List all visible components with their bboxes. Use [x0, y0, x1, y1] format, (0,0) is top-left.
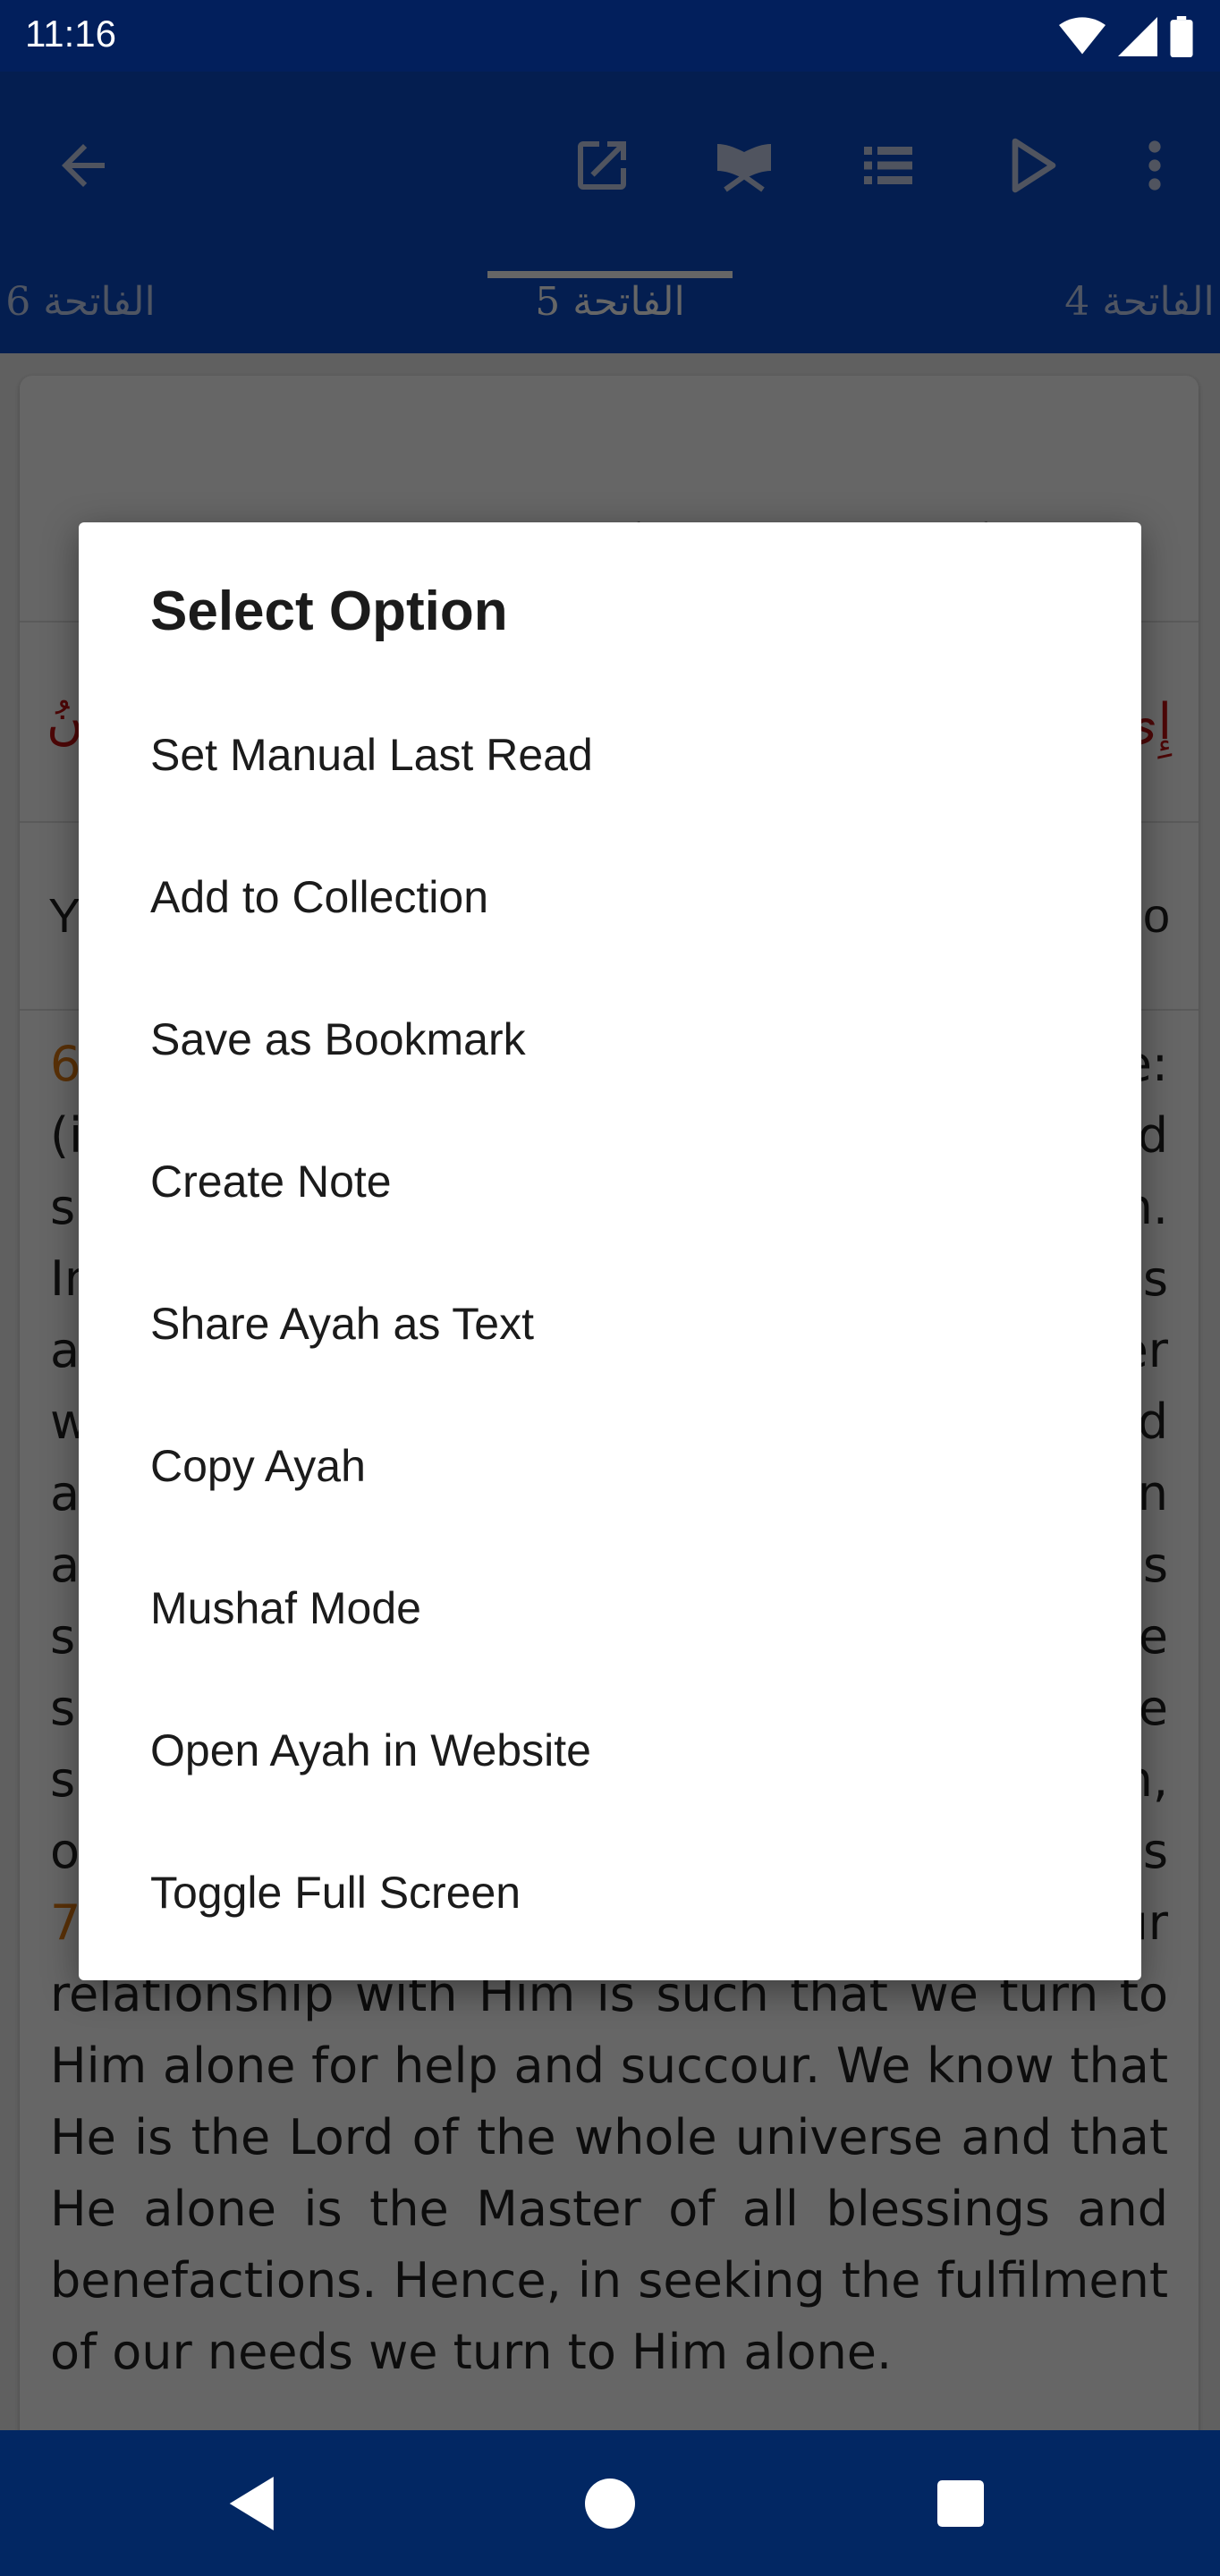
status-bar-content: 11:16 — [0, 0, 1220, 72]
home-icon — [585, 2479, 635, 2529]
nav-recents-button[interactable] — [923, 2466, 998, 2541]
option-mushaf-mode[interactable]: Mushaf Mode — [79, 1537, 1141, 1679]
option-set-manual-last-read[interactable]: Set Manual Last Read — [79, 683, 1141, 826]
back-icon — [229, 2477, 274, 2530]
cell-signal-icon — [1118, 17, 1157, 56]
status-icons — [1059, 16, 1193, 57]
recents-icon — [937, 2480, 984, 2527]
wifi-icon — [1059, 17, 1106, 55]
nav-home-button[interactable] — [572, 2466, 648, 2541]
option-add-to-collection[interactable]: Add to Collection — [79, 826, 1141, 968]
option-open-ayah-in-website[interactable]: Open Ayah in Website — [79, 1679, 1141, 1821]
option-share-ayah-as-text[interactable]: Share Ayah as Text — [79, 1252, 1141, 1394]
status-time: 11:16 — [25, 13, 116, 55]
dialog-title: Select Option — [150, 580, 508, 642]
option-copy-ayah[interactable]: Copy Ayah — [79, 1394, 1141, 1537]
option-save-as-bookmark[interactable]: Save as Bookmark — [79, 968, 1141, 1110]
system-nav-bar — [0, 2430, 1220, 2576]
battery-icon — [1170, 16, 1193, 57]
select-option-dialog: Select Option Set Manual Last Read Add t… — [79, 522, 1141, 1980]
option-create-note[interactable]: Create Note — [79, 1110, 1141, 1252]
option-toggle-full-screen[interactable]: Toggle Full Screen — [79, 1821, 1141, 1963]
nav-back-button[interactable] — [216, 2466, 292, 2541]
